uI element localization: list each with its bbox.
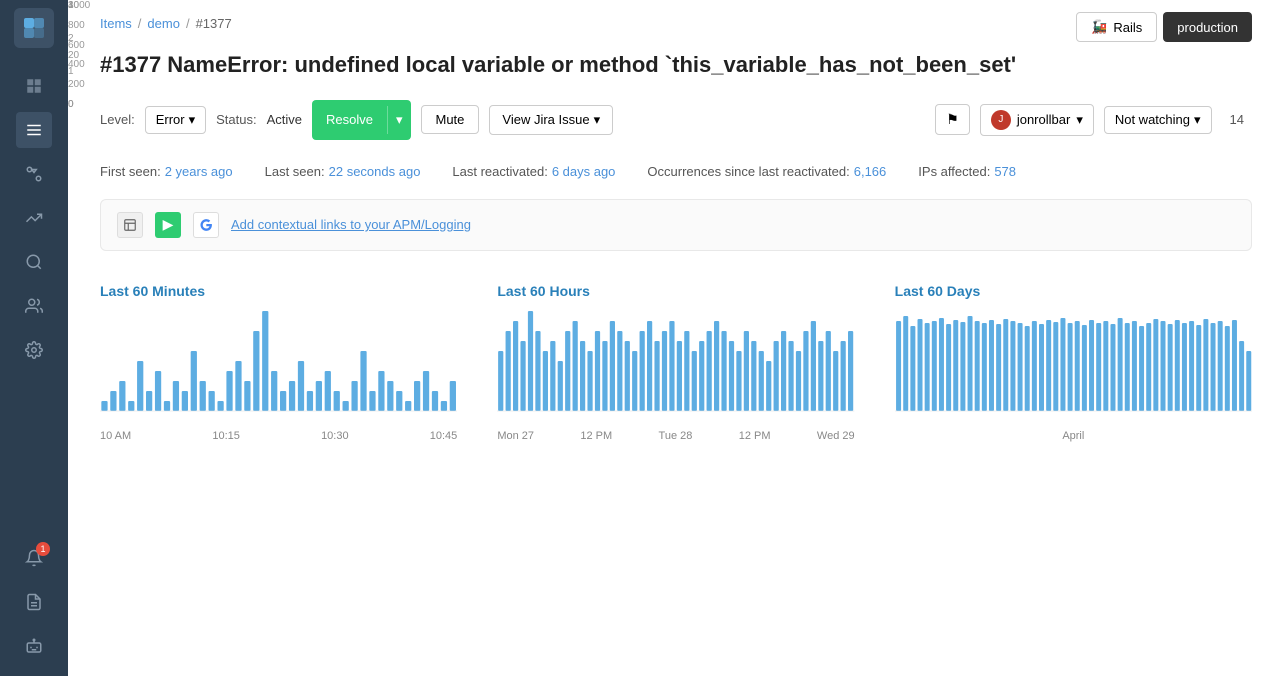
chart-60-hours-x-labels: Mon 2712 PMTue 2812 PMWed 29 bbox=[497, 430, 854, 442]
notifications-badge: 1 bbox=[36, 542, 50, 556]
breadcrumb-demo[interactable]: demo bbox=[147, 16, 180, 31]
controls-row: Level: Error ▾ Status: Active Resolve ▾ … bbox=[100, 100, 1252, 140]
chart-60-minutes: Last 60 Minutes 3210 10 AM10:1510:3010:4… bbox=[100, 283, 457, 442]
sidebar-item-search[interactable] bbox=[16, 244, 52, 280]
last-seen-value[interactable]: 22 seconds ago bbox=[329, 164, 421, 179]
level-select[interactable]: Error ▾ bbox=[145, 106, 206, 134]
resolve-dropdown-icon[interactable]: ▾ bbox=[387, 106, 411, 134]
chart-60-days-bars: April bbox=[895, 311, 1252, 442]
last-seen-stat: Last seen: 22 seconds ago bbox=[265, 164, 421, 179]
sidebar-item-people[interactable] bbox=[16, 288, 52, 324]
user-button[interactable]: J jonrollbar ▾ bbox=[980, 104, 1094, 136]
occurrences-value[interactable]: 6,166 bbox=[854, 164, 887, 179]
integration-icon-google bbox=[193, 212, 219, 238]
level-value: Error bbox=[156, 112, 185, 127]
chart-60-minutes-bars: 10 AM10:1510:3010:45 bbox=[100, 311, 457, 442]
chart-60-hours-bars: Mon 2712 PMTue 2812 PMWed 29 bbox=[497, 311, 854, 442]
jira-button[interactable]: View Jira Issue ▾ bbox=[489, 105, 613, 135]
last-reactivated-value[interactable]: 6 days ago bbox=[552, 164, 616, 179]
occurrence-count: 14 bbox=[1222, 107, 1252, 132]
rails-env-button[interactable]: 🚂 Rails bbox=[1076, 12, 1157, 42]
sidebar-item-notifications[interactable]: 1 bbox=[16, 540, 52, 576]
integration-row: ▶ Add contextual links to your APM/Loggi… bbox=[100, 199, 1252, 251]
jira-chevron-icon: ▾ bbox=[594, 112, 601, 128]
occurrences-stat: Occurrences since last reactivated: 6,16… bbox=[647, 164, 886, 179]
first-seen-value[interactable]: 2 years ago bbox=[165, 164, 233, 179]
chart-60-hours-title: Last 60 Hours bbox=[497, 283, 854, 299]
sidebar-item-deploys[interactable] bbox=[16, 200, 52, 236]
integration-link[interactable]: Add contextual links to your APM/Logging bbox=[231, 217, 471, 232]
level-label: Level: bbox=[100, 112, 135, 127]
breadcrumb-sep-2: / bbox=[186, 16, 190, 31]
app-logo[interactable] bbox=[14, 8, 54, 48]
jira-label: View Jira Issue bbox=[502, 112, 589, 127]
chart-60-minutes-x-labels: 10 AM10:1510:3010:45 bbox=[100, 430, 457, 442]
chart-60-minutes-title: Last 60 Minutes bbox=[100, 283, 457, 299]
charts-row: Last 60 Minutes 3210 10 AM10:1510:3010:4… bbox=[100, 283, 1252, 442]
level-chevron-icon: ▾ bbox=[189, 112, 196, 128]
resolve-button[interactable]: Resolve ▾ bbox=[312, 100, 411, 140]
last-reactivated-label: Last reactivated: bbox=[452, 164, 547, 179]
rails-label: Rails bbox=[1113, 20, 1142, 35]
sidebar-item-logs[interactable] bbox=[16, 584, 52, 620]
user-name: jonrollbar bbox=[1017, 112, 1070, 127]
sidebar-item-items[interactable] bbox=[16, 112, 52, 148]
watching-label: Not watching bbox=[1115, 112, 1190, 127]
flag-icon: ⚑ bbox=[946, 111, 959, 127]
user-avatar: J bbox=[991, 110, 1011, 130]
error-title: #1377 NameError: undefined local variabl… bbox=[100, 51, 1252, 80]
integration-icon-2: ▶ bbox=[155, 212, 181, 238]
first-seen-stat: First seen: 2 years ago bbox=[100, 164, 233, 179]
user-chevron-icon: ▾ bbox=[1076, 112, 1083, 128]
env-buttons: 🚂 Rails production bbox=[1076, 12, 1252, 42]
sidebar-item-dashboard[interactable] bbox=[16, 68, 52, 104]
ips-label: IPs affected: bbox=[918, 164, 990, 179]
watching-chevron-icon: ▾ bbox=[1194, 112, 1201, 128]
ips-value[interactable]: 578 bbox=[994, 164, 1016, 179]
chart-60-days-x-labels: April bbox=[895, 430, 1252, 442]
occurrences-label: Occurrences since last reactivated: bbox=[647, 164, 849, 179]
status-label: Status: bbox=[216, 112, 256, 127]
chart-60-days-y-axis: 10008006004002000 bbox=[68, 0, 104, 110]
first-seen-label: First seen: bbox=[100, 164, 161, 179]
sidebar-item-versions[interactable] bbox=[16, 156, 52, 192]
chart-60-days: Last 60 Days 10008006004002000 April bbox=[895, 283, 1252, 442]
ips-stat: IPs affected: 578 bbox=[918, 164, 1016, 179]
last-seen-label: Last seen: bbox=[265, 164, 325, 179]
stats-row: First seen: 2 years ago Last seen: 22 se… bbox=[100, 164, 1252, 179]
main-content: Items / demo / #1377 🚂 Rails production … bbox=[68, 0, 1284, 676]
breadcrumb-items[interactable]: Items bbox=[100, 16, 132, 31]
watching-button[interactable]: Not watching ▾ bbox=[1104, 106, 1212, 134]
chart-60-hours: Last 60 Hours 40200 Mon 2712 PMTue 2812 … bbox=[497, 283, 854, 442]
sidebar-item-bot[interactable] bbox=[16, 628, 52, 664]
last-reactivated-stat: Last reactivated: 6 days ago bbox=[452, 164, 615, 179]
breadcrumb-current: #1377 bbox=[196, 16, 232, 31]
sidebar: 1 bbox=[0, 0, 68, 676]
breadcrumb-sep-1: / bbox=[138, 16, 142, 31]
sidebar-item-settings[interactable] bbox=[16, 332, 52, 368]
integration-icon-1 bbox=[117, 212, 143, 238]
rails-emoji: 🚂 bbox=[1091, 19, 1107, 35]
status-value: Active bbox=[267, 112, 302, 127]
production-env-button[interactable]: production bbox=[1163, 12, 1252, 42]
flag-button[interactable]: ⚑ bbox=[935, 104, 970, 135]
resolve-label: Resolve bbox=[312, 106, 387, 133]
chart-60-days-title: Last 60 Days bbox=[895, 283, 1252, 299]
mute-button[interactable]: Mute bbox=[421, 105, 480, 134]
